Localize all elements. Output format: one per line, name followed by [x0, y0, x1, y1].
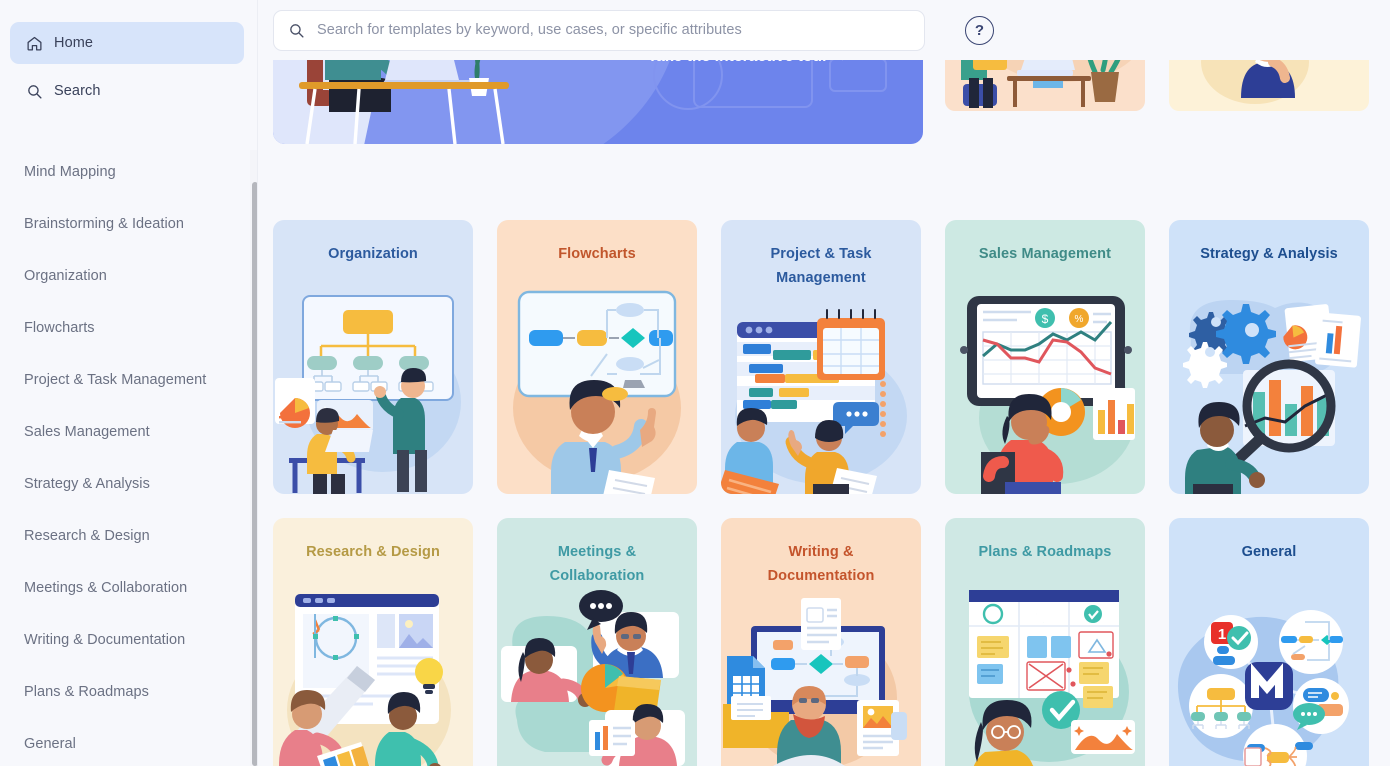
sidebar-item-sales-management[interactable]: Sales Management [0, 406, 258, 458]
help-button[interactable]: ? [965, 15, 994, 45]
main-content: ? next proj [258, 0, 1390, 766]
sidebar-item-research-design[interactable]: Research & Design [0, 510, 258, 562]
sidebar-item-writing-documentation[interactable]: Writing & Documentation [0, 614, 258, 666]
sidebar: Home Search Mind Mapping Brainstorming &… [0, 0, 260, 766]
category-card-illustration [497, 580, 697, 766]
sidebar-item-strategy-analysis[interactable]: Strategy & Analysis [0, 458, 258, 510]
category-card-illustration [721, 580, 921, 766]
category-card-illustration [497, 282, 697, 494]
sidebar-item-label: Home [54, 35, 94, 51]
category-card-title: Plans & Roadmaps [978, 544, 1112, 560]
category-card-title: Flowcharts [558, 246, 636, 262]
sidebar-item-meetings-collaboration[interactable]: Meetings & Collaboration [0, 562, 258, 614]
search-icon [26, 83, 43, 100]
category-card-illustration [1169, 282, 1369, 494]
svg-text:1: 1 [1218, 626, 1226, 643]
category-card-title: Research & Design [306, 544, 440, 560]
home-icon [26, 35, 43, 52]
sidebar-divider-space [0, 118, 258, 144]
category-card-illustration [721, 306, 921, 494]
category-card-title: Sales Management [978, 246, 1112, 262]
category-card-title: Strategy & Analysis [1200, 246, 1338, 262]
category-card-general[interactable]: General 1 [1169, 518, 1369, 766]
content-scroll-area: next project Take the interactive tour → [258, 0, 1390, 766]
sidebar-item-general[interactable]: General [0, 718, 258, 766]
sidebar-item-mind-mapping[interactable]: Mind Mapping [0, 146, 258, 198]
category-card-illustration [273, 282, 473, 494]
sidebar-item-plans-roadmaps[interactable]: Plans & Roadmaps [0, 666, 258, 718]
template-category-grid: Organization Flowcharts Project & Task M… [273, 220, 1369, 766]
category-card-sales-management[interactable]: Sales Management $ % [945, 220, 1145, 494]
sidebar-category-list: Mind Mapping Brainstorming & Ideation Or… [0, 144, 258, 766]
category-card-illustration [945, 580, 1145, 766]
category-card-illustration: $ % [945, 282, 1145, 494]
category-card-title: Project & Task Management [770, 246, 872, 286]
app-root: Home Search Mind Mapping Brainstorming &… [0, 0, 1390, 766]
category-card-plans-roadmaps[interactable]: Plans & Roadmaps [945, 518, 1145, 766]
sidebar-item-project-task-management[interactable]: Project & Task Management [0, 354, 258, 406]
category-card-title: Organization [328, 246, 418, 262]
category-card-meetings-collaboration[interactable]: Meetings & Collaboration [497, 518, 697, 766]
category-card-writing-documentation[interactable]: Writing & Documentation [721, 518, 921, 766]
sidebar-item-organization[interactable]: Organization [0, 250, 258, 302]
category-card-research-design[interactable]: Research & Design [273, 518, 473, 766]
top-bar: ? [258, 0, 1390, 60]
category-card-organization[interactable]: Organization [273, 220, 473, 494]
search-input[interactable] [317, 22, 910, 38]
sidebar-item-home[interactable]: Home [10, 22, 244, 64]
sidebar-item-flowcharts[interactable]: Flowcharts [0, 302, 258, 354]
search-bar[interactable] [273, 9, 925, 51]
category-card-strategy-analysis[interactable]: Strategy & Analysis [1169, 220, 1369, 494]
category-card-title: General [1241, 544, 1297, 560]
svg-text:$: $ [1042, 312, 1049, 326]
sidebar-item-label: Search [54, 83, 101, 99]
sidebar-item-search[interactable]: Search [10, 70, 244, 112]
category-card-illustration: 1 [1169, 580, 1369, 766]
category-card-project-task-management[interactable]: Project & Task Management [721, 220, 921, 494]
search-icon [288, 22, 305, 39]
svg-text:%: % [1075, 314, 1084, 325]
sidebar-item-brainstorming-ideation[interactable]: Brainstorming & Ideation [0, 198, 258, 250]
category-card-flowcharts[interactable]: Flowcharts [497, 220, 697, 494]
category-card-illustration [273, 580, 473, 766]
